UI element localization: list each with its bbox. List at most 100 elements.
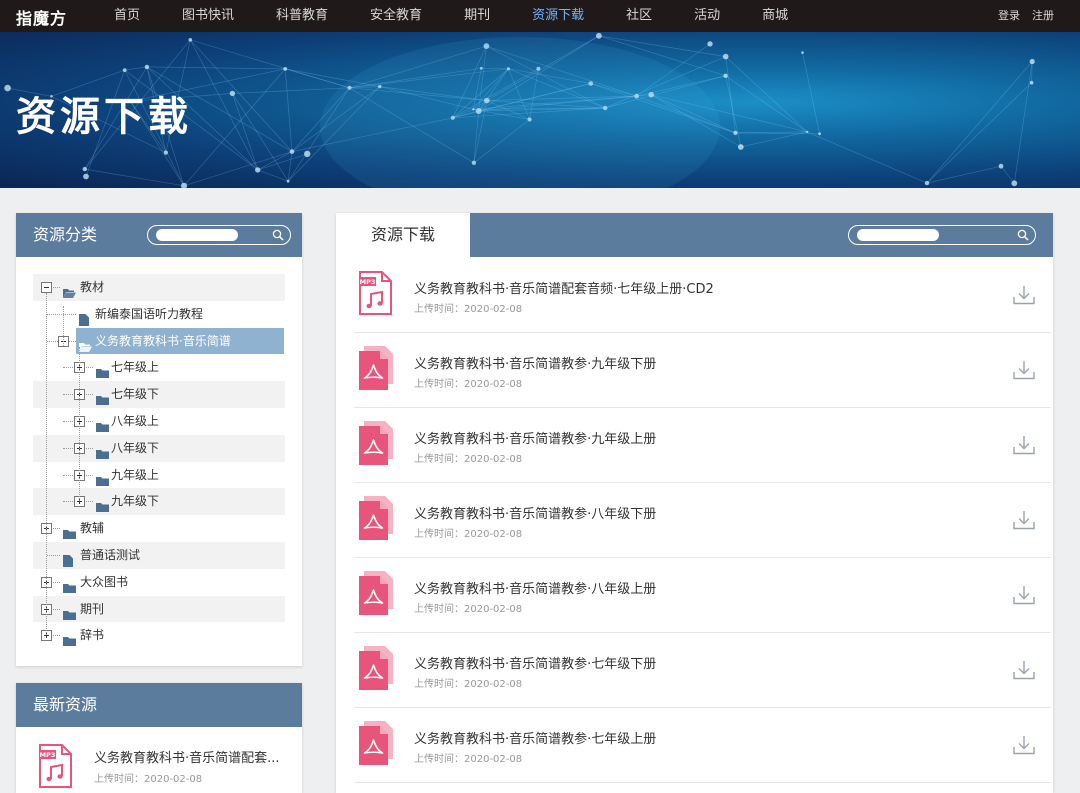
tree-node-label[interactable]: 八年级上 [111,408,159,435]
pdf-file-icon [359,421,393,465]
download-item-date: 上传时间：2020-02-08 [414,754,523,765]
download-icon[interactable] [1013,660,1035,680]
downloads-panel-header: 资源下载 [336,213,1053,257]
folder-icon [96,503,109,513]
page-banner: 资源下载 [0,32,1080,188]
download-item-title[interactable]: 义务教育教科书·音乐简谱教参·八年级上册 [414,578,656,597]
download-item[interactable]: 义务教育教科书·音乐简谱教参·八年级上册 上传时间：2020-02-08 [354,558,1051,633]
document-icon [79,313,89,326]
download-item[interactable]: 义务教育教科书·音乐简谱教参·七年级上册上传时间：2020-02-08 [354,708,1051,783]
download-item-date: 上传时间：2020-02-08 [414,679,523,690]
nav-item[interactable]: 首页 [93,0,161,32]
download-item-title[interactable]: 义务教育教科书·音乐简谱教参·九年级上册 [414,428,656,447]
tree-node-label[interactable]: 八年级下 [111,435,159,462]
download-item-title[interactable]: 义务教育教科书·音乐简谱配套音频·七年级上册·CD2 [414,278,714,297]
nav-item[interactable]: 资源下载 [511,0,605,32]
tree-node[interactable]: 新编泰国语听力教程 [33,301,285,328]
tree-node-label[interactable]: 辞书 [80,622,104,649]
tree-node[interactable]: 期刊 [33,595,285,623]
download-item-date: 上传时间：2020-02-08 [414,379,523,390]
downloads-search-input[interactable] [848,225,1036,245]
download-item[interactable]: 义务教育教科书·音乐简谱教参·七年级下册上传时间：2020-02-08 [354,633,1051,708]
download-item-date: 上传时间：2020-02-08 [414,454,523,465]
nav-item[interactable]: 期刊 [443,0,511,32]
tree-node-label[interactable]: 新编泰国语听力教程 [95,301,203,328]
tree-node[interactable]: 八年级上 [33,408,285,435]
download-item-date: 上传时间：2020-02-08 [414,529,523,540]
collapse-toggle-icon[interactable] [41,282,52,293]
tree-node[interactable]: 教辅 [33,515,285,542]
latest-item-title[interactable]: 义务教育教科书·音乐简谱配套... [94,747,294,766]
tree-node[interactable]: 大众图书 [33,569,285,596]
download-item[interactable]: MP3 义务教育教科书·音乐简谱配套音频·七年级上册·CD2 上传时间：2020-0… [354,258,1051,333]
category-panel-title: 资源分类 [33,225,98,244]
tree-node-label[interactable]: 九年级下 [111,488,159,515]
svg-text:MP3: MP3 [40,751,56,759]
tree-node[interactable]: 七年级下 [33,381,285,408]
tree-node-label[interactable]: 大众图书 [80,569,128,596]
pdf-file-icon [359,721,393,765]
login-link[interactable]: 登录 [998,0,1020,32]
nav-item[interactable]: 科普教育 [255,0,349,32]
download-icon[interactable] [1013,510,1035,530]
search-field-fill [156,229,238,241]
tree-node-label[interactable]: 教辅 [80,515,104,542]
auth-links: 登录 注册 [998,0,1054,32]
download-item[interactable]: 义务教育教科书·音乐简谱教参·九年级下册上传时间：2020-02-08 [354,333,1051,408]
category-search-input[interactable] [147,225,291,245]
tree-node[interactable]: 辞书 [33,622,285,649]
tree-node[interactable]: 九年级下 [33,488,285,516]
tree-node[interactable]: 七年级上 [33,354,285,381]
download-item-title[interactable]: 义务教育教科书·音乐简谱教参·七年级上册 [414,728,656,747]
tree-trunk-line [79,346,80,502]
pdf-file-icon [359,571,393,615]
latest-item[interactable]: MP3 义务教育教科书·音乐简谱配套... 上传时间：2020-02-08 [38,744,298,788]
folder-icon [63,637,76,647]
tree-node[interactable]: 教材 [33,274,285,301]
nav-item[interactable]: 图书快讯 [161,0,255,32]
tab-downloads[interactable]: 资源下载 [336,213,470,257]
downloads-panel: 资源下载 MP3 义务教育教科书·音乐简谱配套音频·七年级上册·CD2 上传时间：2… [336,213,1053,793]
document-icon [63,554,73,567]
download-icon[interactable] [1013,285,1035,305]
tree-connector [47,554,60,556]
latest-item-date: 上传时间：2020-02-08 [94,774,203,785]
folder-open-icon [79,342,92,352]
download-item-title[interactable]: 义务教育教科书·音乐简谱教参·九年级下册 [414,353,656,372]
register-link[interactable]: 注册 [1032,0,1054,32]
folder-icon [96,476,109,486]
folder-icon [96,449,109,459]
tree-node[interactable]: 八年级下 [33,434,285,462]
search-icon[interactable] [1017,229,1029,241]
tree-node-label[interactable]: 教材 [80,274,104,301]
nav-item[interactable]: 社区 [605,0,673,32]
pdf-file-icon [359,346,393,390]
download-item[interactable]: 义务教育教科书·音乐简谱教参·八年级下册上传时间：2020-02-08 [354,483,1051,558]
download-item[interactable]: 义务教育教科书·音乐简谱教参·九年级上册上传时间：2020-02-08 [354,408,1051,483]
site-logo[interactable]: 指魔方 [16,5,67,29]
download-item-title[interactable]: 义务教育教科书·音乐简谱教参·七年级下册 [414,653,656,672]
download-icon[interactable] [1013,435,1035,455]
tree-node-label[interactable]: 七年级上 [111,354,159,381]
tree-node-label[interactable]: 七年级下 [111,381,159,408]
tree-node[interactable]: 普通话测试 [33,541,285,569]
folder-open-icon [63,289,76,298]
search-icon[interactable] [272,229,284,241]
nav-item[interactable]: 活动 [673,0,741,32]
pdf-file-icon [359,496,393,540]
tree-node-label[interactable]: 九年级上 [111,462,159,489]
tree-node-label[interactable]: 普通话测试 [80,542,140,569]
tree-node[interactable]: 九年级上 [33,462,285,489]
folder-icon [96,369,109,379]
nav-item[interactable]: 安全教育 [349,0,443,32]
download-icon[interactable] [1013,360,1035,380]
tree-node[interactable]: 义务教育教科书·音乐简谱 [33,327,285,355]
download-item-title[interactable]: 义务教育教科书·音乐简谱教参·八年级下册 [414,503,656,522]
nav-item[interactable]: 商城 [741,0,809,32]
folder-icon [63,610,76,620]
tree-node-label[interactable]: 期刊 [80,596,104,623]
download-icon[interactable] [1013,585,1035,605]
tree-node-label[interactable]: 义务教育教科书·音乐简谱 [95,328,231,355]
download-icon[interactable] [1013,735,1035,755]
latest-panel-header: 最新资源 [16,683,302,727]
